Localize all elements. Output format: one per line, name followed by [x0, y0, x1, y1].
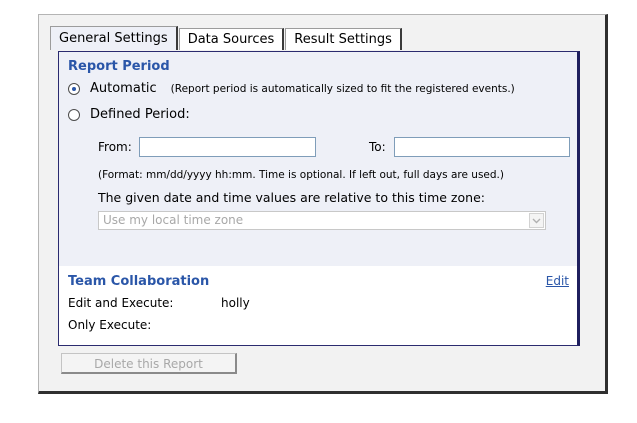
- to-input[interactable]: [394, 137, 570, 157]
- edit-collaboration-link[interactable]: Edit: [546, 274, 569, 288]
- tab-general-settings[interactable]: General Settings: [50, 26, 178, 50]
- only-execute-label: Only Execute:: [68, 318, 152, 332]
- team-collaboration-title: Team Collaboration: [68, 274, 210, 289]
- tab-data-sources[interactable]: Data Sources: [178, 28, 285, 50]
- automatic-label: Automatic: [90, 81, 157, 96]
- edit-execute-label: Edit and Execute:: [68, 296, 174, 310]
- defined-period-radio[interactable]: [68, 108, 80, 121]
- chevron-down-icon: [529, 213, 544, 228]
- report-period-section: Report Period Automatic (Report period i…: [59, 52, 577, 266]
- timezone-select-value: Use my local time zone: [103, 213, 244, 227]
- automatic-option[interactable]: Automatic (Report period is automaticall…: [68, 81, 515, 96]
- timezone-note: The given date and time values are relat…: [98, 190, 485, 205]
- from-label: From:: [98, 140, 132, 154]
- report-period-title: Report Period: [68, 59, 170, 74]
- defined-period-option[interactable]: Defined Period:: [68, 107, 190, 122]
- edit-execute-value: holly: [221, 296, 250, 310]
- tab-result-settings[interactable]: Result Settings: [285, 28, 402, 50]
- delete-report-button[interactable]: Delete this Report: [61, 353, 237, 374]
- automatic-radio[interactable]: [68, 82, 80, 95]
- format-note: (Format: mm/dd/yyyy hh:mm. Time is optio…: [98, 169, 504, 181]
- timezone-select[interactable]: Use my local time zone: [98, 211, 546, 230]
- tab-content: Report Period Automatic (Report period i…: [58, 51, 580, 346]
- automatic-hint: (Report period is automatically sized to…: [170, 82, 515, 95]
- report-settings-panel: General Settings Data Sources Result Set…: [38, 14, 608, 394]
- to-label: To:: [369, 140, 386, 154]
- from-input[interactable]: [139, 137, 316, 157]
- tab-bar: General Settings Data Sources Result Set…: [50, 26, 403, 50]
- defined-period-label: Defined Period:: [90, 107, 190, 122]
